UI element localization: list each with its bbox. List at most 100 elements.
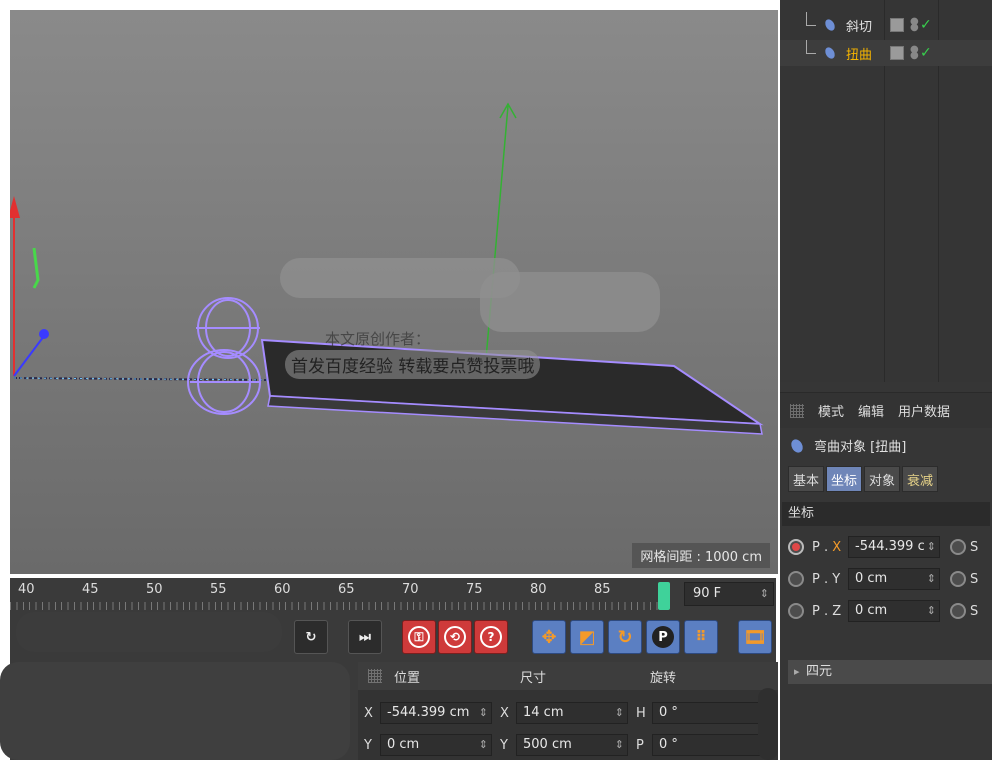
coord-row-py: P . Y 0 cm S	[788, 566, 992, 592]
panel-grip-icon[interactable]	[790, 403, 804, 418]
coord-row-pz: P . Z 0 cm S	[788, 598, 992, 624]
right-panel: 斜切 ● ● ✓ 扭曲 ● ● ✓ 模式 编辑 用户数据 弯曲对象 [扭曲] 基本 …	[780, 0, 992, 760]
object-row-taper[interactable]: 斜切 ● ● ✓	[780, 12, 992, 38]
rotate-key-icon[interactable]: ↻	[608, 620, 642, 654]
tab-falloff[interactable]: 衰减	[902, 466, 939, 492]
py-input[interactable]: 0 cm	[848, 568, 940, 590]
animate-sy-radio[interactable]	[950, 571, 966, 587]
tab-coordinates[interactable]: 坐标	[826, 466, 863, 492]
coord-row-px: P . X -544.399 c S	[788, 534, 992, 560]
pz-input[interactable]: 0 cm	[848, 600, 940, 622]
animate-sz-radio[interactable]	[950, 603, 966, 619]
animate-px-radio[interactable]	[788, 539, 804, 555]
world-y-label-glyph	[32, 247, 40, 289]
world-z-handle	[39, 329, 49, 339]
deformer-icon	[823, 45, 837, 61]
layer-visibility-icon[interactable]	[890, 18, 904, 32]
header-position: 位置	[394, 671, 421, 686]
twist-deformer-cage	[187, 297, 261, 415]
bend-object-icon	[788, 436, 806, 455]
layer-visibility-icon[interactable]	[890, 46, 904, 60]
animate-pz-radio[interactable]	[788, 603, 804, 619]
coordinate-manager: 位置 尺寸 旋转 X -544.399 cm X 14 cm H 0 ° Y 0…	[358, 662, 778, 760]
tab-object[interactable]: 对象	[864, 466, 901, 492]
attribute-object-title: 弯曲对象 [扭曲]	[788, 436, 907, 455]
goto-end-icon[interactable]: ⏭	[348, 620, 382, 654]
object-title-text: 弯曲对象 [扭曲]	[814, 440, 907, 455]
param-key-icon[interactable]: P	[646, 620, 680, 654]
tick-label: 40	[18, 582, 35, 597]
rot-p-input[interactable]: 0 °	[652, 734, 772, 756]
blurred-overlay	[16, 612, 282, 652]
grid-spacing-label: 网格间距 : 1000 cm	[632, 543, 770, 568]
size-x-input[interactable]: 14 cm	[516, 702, 628, 724]
attribute-tabs: 基本 坐标 对象 衰减	[788, 466, 939, 492]
menu-user-data[interactable]: 用户数据	[898, 401, 950, 420]
size-x-label: X	[500, 705, 509, 721]
coord-label-s: S	[970, 603, 979, 619]
menu-edit[interactable]: 编辑	[858, 401, 884, 420]
visibility-dots-icon[interactable]: ● ●	[910, 45, 919, 61]
deformer-icon	[823, 17, 837, 33]
header-rotation: 旋转	[650, 671, 677, 686]
coord-label-py: P . Y	[812, 571, 841, 587]
quaternion-section[interactable]: 四元	[788, 660, 992, 684]
coord-label-pz: P . Z	[812, 603, 842, 619]
object-row-twist[interactable]: 扭曲 ● ● ✓	[780, 40, 992, 66]
enabled-check-icon[interactable]: ✓	[920, 17, 932, 33]
coord-label-s: S	[970, 539, 979, 555]
pos-x-input[interactable]: -544.399 cm	[380, 702, 492, 724]
film-icon[interactable]: 🎞	[738, 620, 772, 654]
pos-y-label: Y	[364, 737, 372, 753]
animate-sx-radio[interactable]	[950, 539, 966, 555]
object-y-axis	[483, 105, 509, 383]
blurred-overlay	[0, 662, 350, 760]
size-y-input[interactable]: 500 cm	[516, 734, 628, 756]
tree-connector	[806, 40, 816, 54]
coord-manager-row-2: Y 0 cm Y 500 cm P 0 °	[364, 732, 780, 758]
tab-basic[interactable]: 基本	[788, 466, 825, 492]
watermark-author-line: 本文原创作者：	[325, 330, 431, 348]
coord-label-s: S	[970, 571, 979, 587]
keyframe-record-icon[interactable]: ⚿	[402, 620, 436, 654]
blurred-overlay	[758, 688, 778, 760]
rot-h-input[interactable]: 0 °	[652, 702, 772, 724]
pos-y-input[interactable]: 0 cm	[380, 734, 492, 756]
object-name: 斜切	[846, 19, 873, 35]
header-size: 尺寸	[520, 671, 547, 686]
world-z-axis	[13, 335, 45, 377]
end-frame-input[interactable]: 90 F	[684, 582, 774, 606]
rot-p-label: P	[636, 737, 644, 753]
scale-key-icon[interactable]: ◩	[570, 620, 604, 654]
tick-label: 65	[338, 582, 355, 597]
coord-label-px: P . X	[812, 539, 842, 555]
autokey-icon[interactable]: ⟲	[438, 620, 472, 654]
size-y-label: Y	[500, 737, 508, 753]
keyframe-help-icon[interactable]: ?	[474, 620, 508, 654]
section-coordinates-header: 坐标	[782, 502, 990, 526]
tick-label: 75	[466, 582, 483, 597]
watermark-text: 首发百度经验 转载要点赞投票哦	[285, 350, 541, 379]
timeline-ruler[interactable]: 40 45 50 55 60 65 70 75 80 85 90 F	[10, 578, 776, 612]
tick-label: 45	[82, 582, 99, 597]
move-key-icon[interactable]: ✥	[532, 620, 566, 654]
animate-py-radio[interactable]	[788, 571, 804, 587]
animation-toolbar: ↻ ⏭ ⚿ ⟲ ? ✥ ◩ ↻ P ⠿ 🎞	[10, 612, 776, 662]
rot-h-label: H	[636, 705, 646, 721]
pla-key-icon[interactable]: ⠿	[684, 620, 718, 654]
panel-grip-icon[interactable]	[368, 669, 382, 683]
visibility-dots-icon[interactable]: ● ●	[910, 17, 919, 33]
enabled-check-icon[interactable]: ✓	[920, 45, 932, 61]
menu-mode[interactable]: 模式	[818, 401, 844, 420]
tick-label: 55	[210, 582, 227, 597]
attribute-manager-menu: 模式 编辑 用户数据	[780, 392, 992, 428]
3d-viewport[interactable]: 本文原创作者： 首发百度经验 转载要点赞投票哦 网格间距 : 1000 cm	[10, 10, 778, 574]
object-manager: 斜切 ● ● ✓ 扭曲 ● ● ✓	[780, 0, 992, 382]
loop-icon[interactable]: ↻	[294, 620, 328, 654]
coordinate-manager-header: 位置 尺寸 旋转	[358, 662, 778, 690]
px-input[interactable]: -544.399 c	[848, 536, 940, 558]
playhead-handle[interactable]	[658, 582, 670, 610]
tick-label: 85	[594, 582, 611, 597]
tick-label: 80	[530, 582, 547, 597]
pos-x-label: X	[364, 705, 373, 721]
